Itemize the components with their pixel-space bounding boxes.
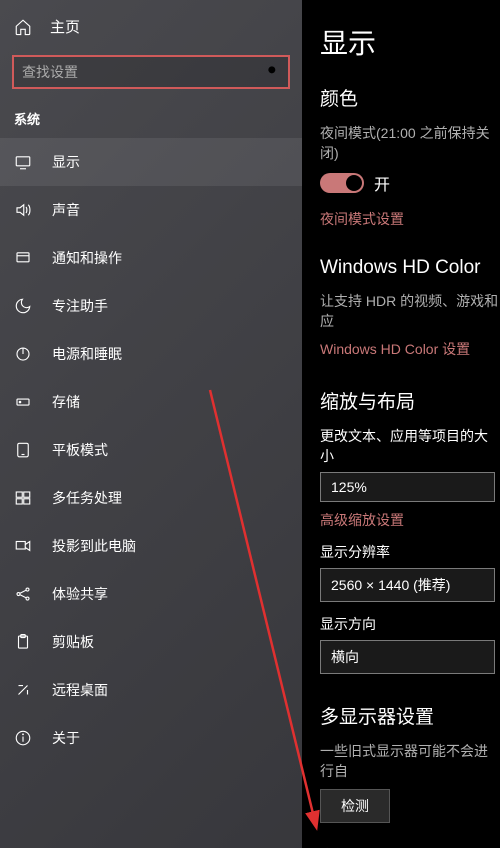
- sidebar-section-label: 系统: [0, 103, 302, 138]
- clipboard-icon: [14, 633, 32, 651]
- resolution-label: 显示分辨率: [320, 542, 500, 562]
- night-light-toggle-row: 开: [320, 171, 500, 195]
- home-nav[interactable]: 主页: [0, 6, 302, 47]
- scale-heading: 缩放与布局: [320, 387, 500, 414]
- sidebar-item-notifications[interactable]: 通知和操作: [0, 234, 302, 282]
- search-box[interactable]: [12, 55, 290, 89]
- settings-sidebar: 主页 系统 显示 声音 通知和操作 专注助手 电源和睡眠 存储 平板模式: [0, 0, 302, 848]
- home-label: 主页: [50, 16, 80, 37]
- sidebar-item-multitask[interactable]: 多任务处理: [0, 474, 302, 522]
- sidebar-item-label: 电源和睡眠: [52, 344, 122, 364]
- hd-color-section: Windows HD Color 让支持 HDR 的视频、游戏和应 Window…: [320, 257, 500, 359]
- sidebar-item-label: 声音: [52, 200, 80, 220]
- night-light-label: 夜间模式(21:00 之前保持关闭): [320, 123, 500, 163]
- sidebar-item-sound[interactable]: 声音: [0, 186, 302, 234]
- sidebar-item-label: 专注助手: [52, 296, 108, 316]
- tablet-icon: [14, 441, 32, 459]
- storage-icon: [14, 393, 32, 411]
- toggle-state-label: 开: [374, 171, 390, 195]
- sidebar-item-about[interactable]: 关于: [0, 714, 302, 762]
- color-heading: 颜色: [320, 84, 500, 111]
- sidebar-item-label: 多任务处理: [52, 488, 122, 508]
- sound-icon: [14, 201, 32, 219]
- hd-settings-link[interactable]: Windows HD Color 设置: [320, 339, 470, 359]
- detect-button[interactable]: 检测: [320, 789, 390, 823]
- hd-heading: Windows HD Color: [320, 257, 500, 279]
- info-icon: [14, 729, 32, 747]
- sidebar-item-power[interactable]: 电源和睡眠: [0, 330, 302, 378]
- multi-heading: 多显示器设置: [320, 702, 500, 729]
- power-icon: [14, 345, 32, 363]
- multi-display-section: 多显示器设置 一些旧式显示器可能不会进行自 检测 高级显示设置 图形设置: [320, 702, 500, 848]
- sidebar-item-label: 剪贴板: [52, 632, 94, 652]
- sidebar-item-label: 平板模式: [52, 440, 108, 460]
- color-section: 颜色 夜间模式(21:00 之前保持关闭) 开 夜间模式设置: [320, 84, 500, 229]
- sidebar-item-label: 远程桌面: [52, 680, 108, 700]
- resolution-dropdown[interactable]: 2560 × 1440 (推荐): [320, 568, 495, 602]
- sidebar-item-remote[interactable]: 远程桌面: [0, 666, 302, 714]
- text-size-label: 更改文本、应用等项目的大小: [320, 426, 500, 466]
- sidebar-item-label: 投影到此电脑: [52, 536, 136, 556]
- share-icon: [14, 585, 32, 603]
- sidebar-item-focus[interactable]: 专注助手: [0, 282, 302, 330]
- sidebar-item-label: 存储: [52, 392, 80, 412]
- scale-dropdown[interactable]: 125%: [320, 472, 495, 502]
- multi-desc: 一些旧式显示器可能不会进行自: [320, 741, 500, 781]
- hd-desc: 让支持 HDR 的视频、游戏和应: [320, 291, 500, 331]
- settings-content: 显示 颜色 夜间模式(21:00 之前保持关闭) 开 夜间模式设置 Window…: [302, 0, 500, 848]
- sidebar-item-shared[interactable]: 体验共享: [0, 570, 302, 618]
- sidebar-item-clipboard[interactable]: 剪贴板: [0, 618, 302, 666]
- sidebar-item-project[interactable]: 投影到此电脑: [0, 522, 302, 570]
- moon-icon: [14, 297, 32, 315]
- sidebar-item-display[interactable]: 显示: [0, 138, 302, 186]
- home-icon: [14, 18, 32, 36]
- night-light-settings-link[interactable]: 夜间模式设置: [320, 209, 404, 229]
- adv-scale-link[interactable]: 高级缩放设置: [320, 510, 404, 530]
- sidebar-item-label: 体验共享: [52, 584, 108, 604]
- search-icon: [266, 64, 280, 81]
- sidebar-item-label: 关于: [52, 728, 80, 748]
- night-light-toggle[interactable]: [320, 173, 364, 193]
- sidebar-item-label: 通知和操作: [52, 248, 122, 268]
- sidebar-item-label: 显示: [52, 152, 80, 172]
- orientation-label: 显示方向: [320, 614, 500, 634]
- monitor-icon: [14, 153, 32, 171]
- search-container: [12, 55, 290, 89]
- orientation-dropdown[interactable]: 横向: [320, 640, 495, 674]
- scale-section: 缩放与布局 更改文本、应用等项目的大小 125% 高级缩放设置 显示分辨率 25…: [320, 387, 500, 674]
- search-input[interactable]: [22, 64, 266, 80]
- multitask-icon: [14, 489, 32, 507]
- notification-icon: [14, 249, 32, 267]
- sidebar-item-storage[interactable]: 存储: [0, 378, 302, 426]
- project-icon: [14, 537, 32, 555]
- remote-icon: [14, 681, 32, 699]
- sidebar-item-tablet[interactable]: 平板模式: [0, 426, 302, 474]
- page-title: 显示: [320, 22, 500, 62]
